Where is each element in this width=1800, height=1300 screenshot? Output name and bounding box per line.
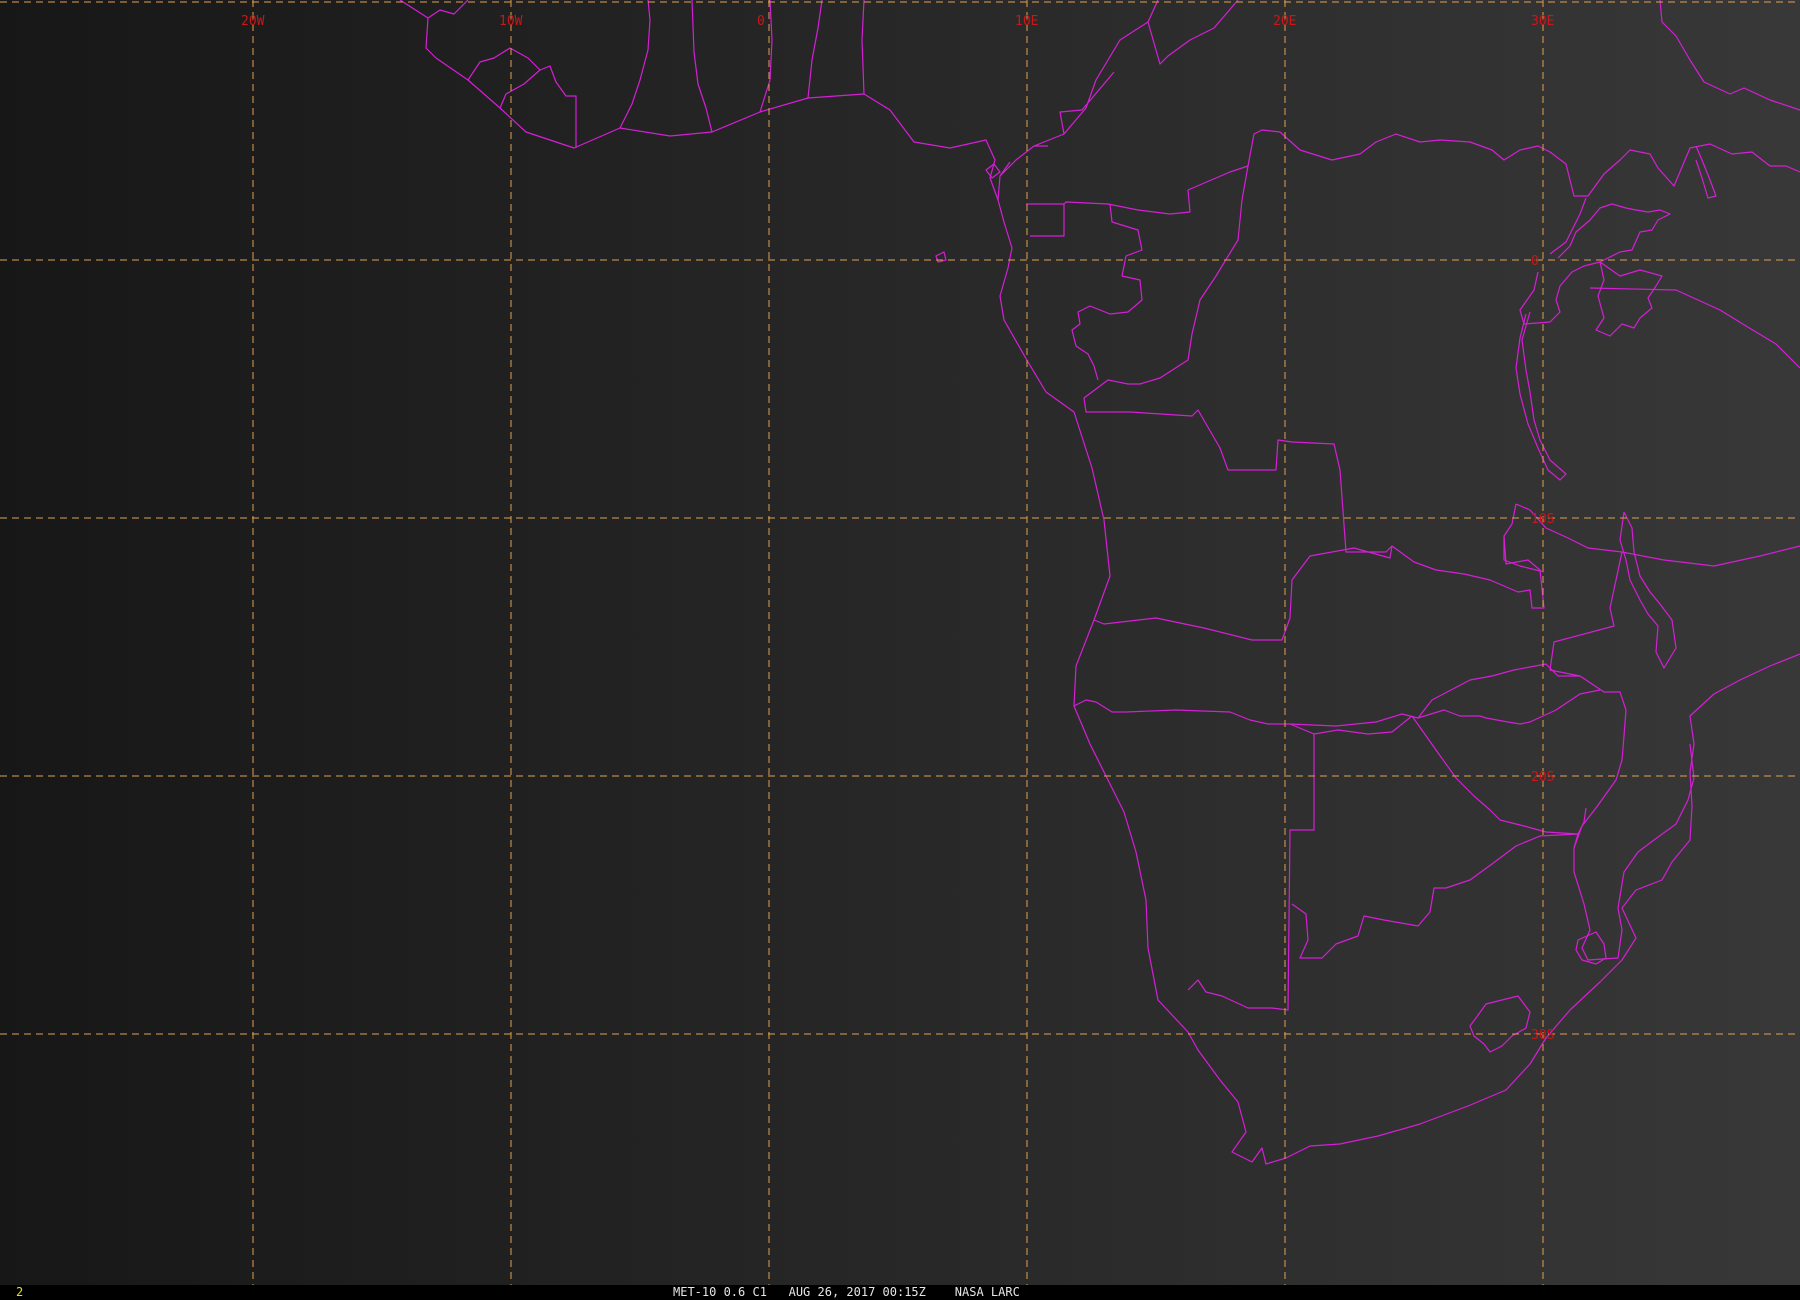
status-bar: 2 MET-10 0.6 C1 AUG 26, 2017 00:15Z NASA… xyxy=(0,1285,1800,1300)
longitude-label: 0 xyxy=(757,14,765,29)
image-caption: MET-10 0.6 C1 AUG 26, 2017 00:15Z NASA L… xyxy=(673,1285,1020,1300)
longitude-label: 10E xyxy=(1015,14,1038,29)
longitude-label: 30E xyxy=(1531,14,1554,29)
latitude-label: 20S xyxy=(1531,770,1554,785)
latitude-label: 0 xyxy=(1531,254,1539,269)
frame-number: 2 xyxy=(16,1285,24,1299)
latitude-label: 10S xyxy=(1531,512,1554,527)
satellite-image-viewer: 20W 10W 0 10E 20E 30E 0 10S 20S 30S 2 MET-10 0.6 … xyxy=(0,0,1800,1300)
satellite-imagery-background xyxy=(0,0,1800,1285)
observation-datetime: AUG 26, 2017 00:15Z xyxy=(788,1285,926,1299)
data-source: NASA LARC xyxy=(954,1285,1020,1299)
satellite-channel: MET-10 0.6 C1 xyxy=(673,1285,767,1299)
satellite-map[interactable]: 20W 10W 0 10E 20E 30E 0 10S 20S 30S xyxy=(0,0,1800,1285)
latitude-label: 30S xyxy=(1531,1028,1554,1043)
longitude-label: 20E xyxy=(1273,14,1296,29)
longitude-label: 10W xyxy=(499,14,523,29)
longitude-label: 20W xyxy=(241,14,265,29)
